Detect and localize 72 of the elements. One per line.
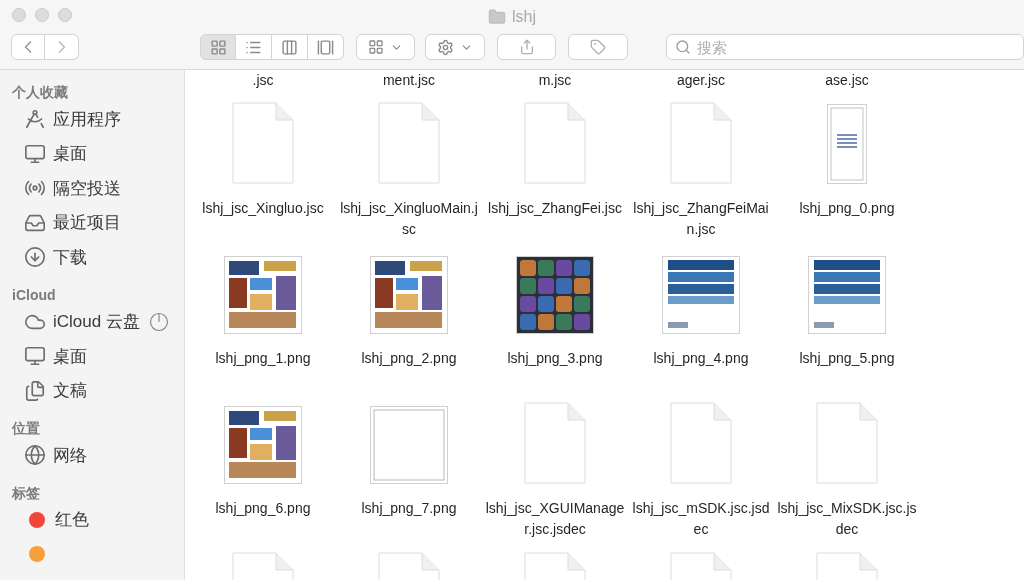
file-name[interactable]: ager.jsc <box>629 70 773 91</box>
document-icon <box>816 402 878 484</box>
search-field[interactable]: 搜索 <box>665 34 1024 60</box>
file-name[interactable]: m.jsc <box>483 70 627 91</box>
file-name[interactable]: lshj_jsc_XGUIManager.jsc.jsdec <box>483 498 627 540</box>
document-icon <box>524 402 586 484</box>
download-icon <box>24 246 46 269</box>
window-title: lshj <box>512 7 536 27</box>
file-name[interactable]: lshj_png_6.png <box>191 498 335 519</box>
grid-icon <box>368 39 385 55</box>
progress-circle-icon <box>148 311 169 332</box>
back-button[interactable] <box>11 34 45 60</box>
view-mode-icon <box>317 38 334 56</box>
sidebar-section-title: 位置 <box>11 419 41 438</box>
file-name[interactable]: lshj_jsc_mSDK.jsc.jsdec <box>629 498 773 540</box>
sidebar-item[interactable]: 红色 <box>55 507 89 533</box>
file-name[interactable]: ment.jsc <box>337 70 481 91</box>
file-name[interactable]: lshj_jsc_MixSDK.jsc.jsdec <box>775 498 919 540</box>
close-button[interactable] <box>12 8 26 22</box>
tag-button[interactable] <box>568 34 628 60</box>
share-button[interactable] <box>496 34 557 60</box>
view-mode-button[interactable] <box>272 34 308 60</box>
monitor-icon <box>24 142 46 165</box>
group-button[interactable] <box>356 34 416 60</box>
tag-icon <box>590 39 607 55</box>
document-icon <box>378 102 440 184</box>
sidebar-item[interactable]: iCloud 云盘 <box>53 309 140 335</box>
file-name[interactable]: lshj_jsc_ZhangFeiMain.jsc <box>629 198 773 240</box>
view-mode-button[interactable] <box>200 34 236 60</box>
settings-icon <box>437 38 455 56</box>
sidebar-section-title: 标签 <box>11 483 41 503</box>
sidebar-item[interactable]: 桌面 <box>53 343 87 369</box>
share-icon <box>518 39 535 55</box>
sidebar-item[interactable]: 最近项目 <box>53 210 121 236</box>
file-name[interactable]: lshj_png_2.png <box>337 348 481 369</box>
forward-button[interactable] <box>45 34 79 60</box>
file-name[interactable]: lshj_jsc_ZhangFei.jsc <box>483 198 627 219</box>
file-name[interactable]: .jsc <box>191 70 335 91</box>
file-name[interactable]: lshj_png_4.png <box>629 348 773 369</box>
globe-icon <box>24 444 46 467</box>
zoom-button[interactable] <box>58 8 72 22</box>
view-mode-button[interactable] <box>236 34 272 60</box>
file-name[interactable]: lshj_png_1.png <box>191 348 335 369</box>
file-name[interactable]: lshj_png_3.png <box>483 348 627 369</box>
compass-icon <box>24 108 46 131</box>
sidebar-section-title: iCloud <box>11 285 57 305</box>
document-icon <box>524 102 586 184</box>
file-name[interactable]: lshj_png_7.png <box>337 498 481 519</box>
monitor-icon <box>24 345 46 368</box>
file-name[interactable]: lshj_png_0.png <box>775 198 919 219</box>
file-name[interactable]: ase.jsc <box>775 70 919 91</box>
file-name[interactable]: lshj_png_5.png <box>775 348 919 369</box>
view-mode-button[interactable] <box>308 34 344 60</box>
documents-icon <box>24 379 46 402</box>
action-button[interactable] <box>425 34 485 60</box>
view-mode-icon <box>209 38 227 56</box>
sidebar-item[interactable]: 隔空投送 <box>53 175 121 201</box>
document-icon <box>670 102 732 184</box>
document-icon <box>232 102 294 184</box>
minimize-button[interactable] <box>35 8 49 22</box>
file-name[interactable]: lshj_jsc_Xingluo.jsc <box>191 198 335 219</box>
sidebar-item[interactable]: 应用程序 <box>53 106 121 132</box>
sidebar-item[interactable]: 下载 <box>53 244 87 270</box>
sidebar-item[interactable]: 桌面 <box>53 141 87 167</box>
sidebar-item[interactable]: 文稿 <box>53 378 87 404</box>
document-icon <box>670 402 732 484</box>
folder-icon <box>488 8 506 26</box>
file-name[interactable]: lshj_jsc_XingluoMain.jsc <box>337 198 481 240</box>
search-icon <box>674 39 691 55</box>
sidebar-item[interactable]: 网络 <box>53 442 87 468</box>
sidebar-section-title: 个人收藏 <box>11 83 69 102</box>
view-mode-icon <box>281 38 298 56</box>
